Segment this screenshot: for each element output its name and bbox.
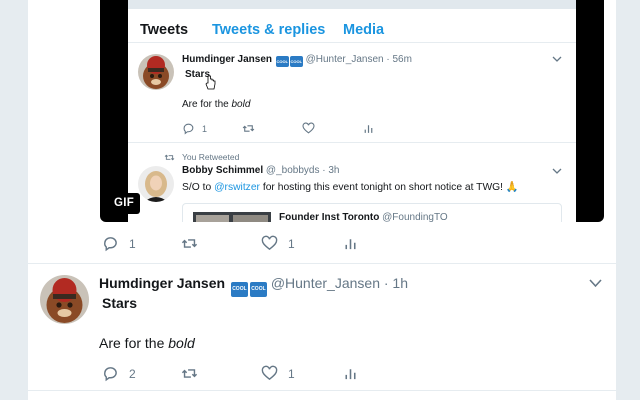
gif-tweet-retweet: You Retweeted Bobby Schimmel @_bobbyds ·… <box>128 144 576 222</box>
quote-title: Founder Inst Toronto @FoundingTO <box>279 212 448 222</box>
tweet-actions: 1 <box>182 122 382 136</box>
gif-tab-tweets: Tweets <box>140 22 189 38</box>
tweet-time[interactable]: · 56m <box>386 54 412 65</box>
hand-cursor-icon <box>205 75 216 90</box>
gif-top-strip <box>128 0 576 9</box>
tweet-time[interactable]: · 1h <box>384 275 408 291</box>
reply-count: 1 <box>129 236 136 251</box>
reply-button[interactable]: 2 <box>102 365 136 382</box>
timeline: Tweets Tweets & replies Media Humdinger … <box>28 0 616 400</box>
chevron-down-icon[interactable] <box>552 168 562 175</box>
gif-screen: Tweets Tweets & replies Media Humdinger … <box>128 0 576 222</box>
gif-badge: GIF <box>108 193 140 214</box>
cool-badge: COOL <box>289 56 303 67</box>
author-handle[interactable]: @Hunter_Jansen <box>271 275 380 291</box>
tweet-header: Bobby Schimmel @_bobbyds · 3h <box>182 165 339 176</box>
analytics-icon <box>345 239 356 250</box>
like-count: 1 <box>288 366 295 381</box>
retweet-button[interactable] <box>242 122 255 135</box>
tweet-text: Are for the bold <box>99 335 195 351</box>
retweeted-label: You Retweeted <box>182 152 240 162</box>
gif-tab-replies: Tweets & replies <box>212 22 326 38</box>
author-handle[interactable]: @Hunter_Jansen <box>306 54 384 65</box>
mention-link[interactable]: @rswitzer <box>214 182 260 193</box>
quote-card[interactable]: Founder Inst Toronto @FoundingTO <box>182 203 562 222</box>
retweet-button[interactable] <box>181 235 198 252</box>
tweet-stars: Stars <box>102 295 138 311</box>
tweet-actions: 2 1 <box>102 365 402 385</box>
avatar <box>138 54 174 90</box>
like-button[interactable]: 1 <box>261 235 295 252</box>
retweet-icon <box>242 125 255 132</box>
reply-button[interactable]: 1 <box>102 235 136 252</box>
like-button[interactable] <box>302 122 315 135</box>
tweet-header: Humdinger Jansen COOL COOL @Hunter_Jansen… <box>99 275 408 297</box>
reply-count: 1 <box>202 123 208 134</box>
reply-button[interactable]: 1 <box>182 122 207 135</box>
like-count: 1 <box>288 236 295 251</box>
retweet-icon <box>181 239 198 248</box>
analytics-button[interactable] <box>342 365 359 382</box>
chevron-down-icon[interactable] <box>552 56 562 63</box>
tweet-text-emphasis: bold <box>168 335 195 351</box>
next-tweet-edge <box>28 392 616 400</box>
tweet-text: Are for the bold <box>182 99 251 110</box>
author-name[interactable]: Bobby Schimmel <box>182 165 263 176</box>
like-icon <box>261 235 278 251</box>
reply-icon <box>104 237 117 252</box>
tweet-actions: 1 1 <box>102 235 402 255</box>
cool-badge: COOL <box>249 282 267 297</box>
cool-badge: COOL <box>230 282 248 297</box>
retweet-button[interactable] <box>181 365 198 382</box>
like-button[interactable]: 1 <box>261 365 295 382</box>
analytics-icon <box>345 369 356 380</box>
analytics-icon <box>364 125 373 133</box>
analytics-button[interactable] <box>362 122 375 135</box>
cool-badge: COOL <box>275 56 289 67</box>
gif-tweet-humdinger: Humdinger Jansen COOL COOL @Hunter_Jansen… <box>128 44 576 143</box>
like-icon <box>302 122 315 134</box>
author-handle[interactable]: @_bobbyds <box>266 165 320 176</box>
gif-tab-media: Media <box>343 22 385 38</box>
avatar <box>138 166 174 202</box>
reply-icon <box>183 123 194 135</box>
author-name[interactable]: Humdinger Jansen <box>182 54 272 65</box>
avatar[interactable] <box>40 275 89 324</box>
tweet-text: S/O to @rswitzer for hosting this event … <box>182 182 519 193</box>
gif-tab-bar: Tweets Tweets & replies Media <box>128 9 576 43</box>
quote-image <box>193 212 271 222</box>
retweet-icon <box>164 154 175 160</box>
analytics-button[interactable] <box>342 235 359 252</box>
tweet-time[interactable]: · 3h <box>322 165 339 176</box>
retweet-icon <box>181 369 198 378</box>
reply-count: 2 <box>129 366 136 381</box>
gif-media[interactable]: Tweets Tweets & replies Media Humdinger … <box>100 0 604 222</box>
retweeted-indicator: You Retweeted <box>164 152 239 162</box>
like-icon <box>261 365 278 381</box>
reply-icon <box>104 367 117 382</box>
chevron-down-icon[interactable] <box>589 279 602 288</box>
tweet-header: Humdinger Jansen COOL COOL @Hunter_Jansen… <box>182 54 412 67</box>
author-name[interactable]: Humdinger Jansen <box>99 275 225 291</box>
tweet-text-emphasis: bold <box>231 99 251 110</box>
